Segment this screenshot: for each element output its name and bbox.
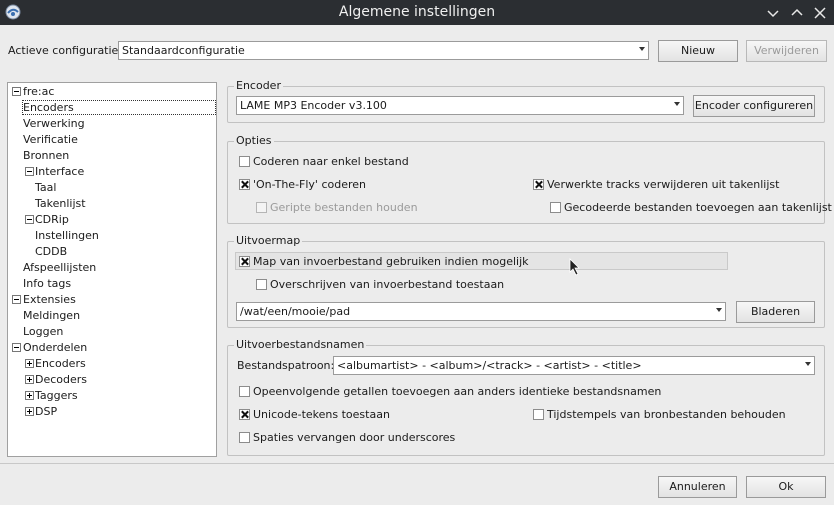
timestamps-checkbox[interactable] (533, 409, 544, 420)
configure-encoder-button[interactable]: Encoder configureren (693, 95, 815, 117)
collapse-icon[interactable] (25, 215, 34, 224)
browse-button[interactable]: Bladeren (736, 301, 815, 323)
tree-item-cdrip[interactable]: CDRip (35, 213, 69, 226)
collapse-icon[interactable] (12, 87, 21, 96)
settings-tree[interactable]: fre:ac Encoders Verwerking Verificatie B… (7, 82, 217, 457)
chevron-down-icon (805, 362, 811, 366)
on-the-fly-label: 'On-The-Fly' coderen (253, 178, 367, 191)
collapse-icon[interactable] (12, 295, 21, 304)
tree-item-interface[interactable]: Interface (35, 165, 84, 178)
tree-item-encoders[interactable]: Encoders (22, 100, 216, 115)
tree-item-cddb[interactable]: CDDB (35, 245, 67, 258)
maximize-icon[interactable] (788, 4, 806, 22)
remove-processed-checkbox[interactable] (533, 179, 544, 190)
on-the-fly-checkbox[interactable] (239, 179, 250, 190)
encoder-value: LAME MP3 Encoder v3.100 (240, 99, 387, 112)
collapse-icon[interactable] (25, 167, 34, 176)
close-icon[interactable] (811, 4, 829, 22)
unicode-label: Unicode-tekens toestaan (253, 408, 390, 421)
underscores-label: Spaties vervangen door underscores (253, 431, 456, 444)
tree-item-taal[interactable]: Taal (35, 181, 56, 194)
new-config-button[interactable]: Nieuw (658, 40, 738, 62)
cancel-button[interactable]: Annuleren (658, 476, 737, 498)
minimize-icon[interactable] (764, 4, 782, 22)
footer-divider (0, 463, 834, 464)
chevron-down-icon (716, 308, 722, 312)
encoder-group-title: Encoder (234, 79, 283, 92)
active-config-value: Standaardconfiguratie (122, 44, 245, 57)
collapse-icon[interactable] (12, 343, 21, 352)
use-input-dir-checkbox[interactable] (239, 256, 250, 267)
tree-item-od-encoders[interactable]: Encoders (35, 357, 86, 370)
delete-config-button[interactable]: Verwijderen (746, 40, 827, 62)
tree-item-extensies[interactable]: Extensies (23, 293, 76, 306)
tree-item-loggen[interactable]: Loggen (23, 325, 63, 338)
expand-icon[interactable] (25, 359, 34, 368)
pattern-value: <albumartist> - <album>/<track> - <artis… (337, 359, 642, 372)
filenames-group-title: Uitvoerbestandsnamen (234, 338, 367, 351)
title-bar: Algemene instellingen (0, 0, 834, 25)
use-input-dir-label: Map van invoerbestand gebruiken indien m… (253, 255, 529, 268)
chevron-down-icon (674, 102, 680, 106)
tree-item-onderdelen[interactable]: Onderdelen (23, 341, 87, 354)
add-encoded-label: Gecodeerde bestanden toevoegen aan taken… (564, 201, 832, 214)
tree-item-verificatie[interactable]: Verificatie (23, 133, 78, 146)
underscores-checkbox[interactable] (239, 432, 250, 443)
add-encoded-checkbox[interactable] (550, 202, 561, 213)
single-file-label: Coderen naar enkel bestand (253, 155, 409, 168)
tree-item-info-tags[interactable]: Info tags (23, 277, 71, 290)
output-path-value: /wat/een/mooie/pad (240, 305, 351, 318)
sequential-checkbox[interactable] (239, 386, 250, 397)
tree-item-takenlijst[interactable]: Takenlijst (35, 197, 86, 210)
tree-item-bronnen[interactable]: Bronnen (23, 149, 69, 162)
pattern-select[interactable]: <albumartist> - <album>/<track> - <artis… (333, 356, 815, 375)
output-dir-group-title: Uitvoermap (234, 234, 303, 247)
options-group-title: Opties (234, 134, 274, 147)
tree-item-od-decoders[interactable]: Decoders (35, 373, 87, 386)
tree-item-meldingen[interactable]: Meldingen (23, 309, 80, 322)
timestamps-label: Tijdstempels van bronbestanden behouden (547, 408, 786, 421)
encoder-select[interactable]: LAME MP3 Encoder v3.100 (236, 96, 684, 115)
tree-item-instellingen[interactable]: Instellingen (35, 229, 99, 242)
expand-icon[interactable] (25, 375, 34, 384)
keep-ripped-label: Geripte bestanden houden (270, 201, 418, 214)
mouse-cursor-icon (569, 258, 580, 276)
allow-overwrite-checkbox[interactable] (256, 279, 267, 290)
active-config-select[interactable]: Standaardconfiguratie (118, 41, 649, 60)
expand-icon[interactable] (25, 407, 34, 416)
chevron-down-icon (639, 47, 645, 51)
tree-item-afspeellijsten[interactable]: Afspeellijsten (23, 261, 96, 274)
active-config-label: Actieve configuratie: (8, 44, 123, 57)
single-file-checkbox[interactable] (239, 156, 250, 167)
ok-button[interactable]: Ok (746, 476, 826, 498)
tree-item-od-dsp[interactable]: DSP (35, 405, 57, 418)
expand-icon[interactable] (25, 391, 34, 400)
pattern-label: Bestandspatroon: (237, 359, 335, 372)
remove-processed-label: Verwerkte tracks verwijderen uit takenli… (547, 178, 780, 191)
tree-item-verwerking[interactable]: Verwerking (23, 117, 85, 130)
window-title: Algemene instellingen (338, 4, 496, 20)
sequential-label: Opeenvolgende getallen toevoegen aan and… (253, 385, 662, 398)
tree-item-freac[interactable]: fre:ac (23, 85, 54, 98)
allow-overwrite-label: Overschrijven van invoerbestand toestaan (270, 278, 505, 291)
output-path-field[interactable]: /wat/een/mooie/pad (236, 302, 726, 321)
tree-item-od-taggers[interactable]: Taggers (35, 389, 78, 402)
unicode-checkbox[interactable] (239, 409, 250, 420)
keep-ripped-checkbox[interactable] (256, 202, 267, 213)
